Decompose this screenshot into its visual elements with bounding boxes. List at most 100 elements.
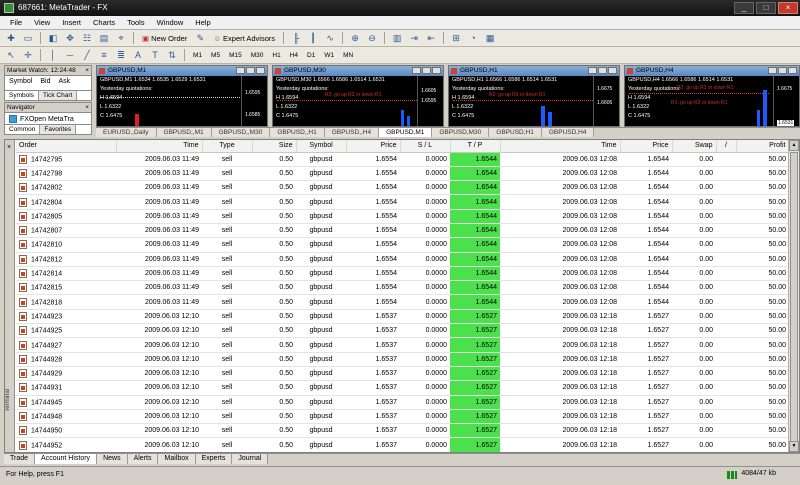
table-row[interactable]: 14742814 2009.06.03 11:49 sell 0.50 gbpusd 1.… xyxy=(16,266,789,282)
table-row[interactable]: 14744931 2009.06.03 12:10 sell 0.50 gbpusd 1.… xyxy=(16,380,789,396)
maximize-icon[interactable] xyxy=(778,67,787,74)
chart-window-h1[interactable]: GBPUSD,H1 GBPUSD,H1 1.6566 1.6586 1.6514… xyxy=(448,65,620,127)
close-icon[interactable]: × xyxy=(85,103,89,113)
trendline-icon[interactable]: ╱ xyxy=(80,49,94,62)
label-icon[interactable]: T xyxy=(148,49,162,62)
column-symbol[interactable]: Symbol xyxy=(5,78,36,85)
menu-insert[interactable]: Insert xyxy=(56,18,87,27)
navigator-icon[interactable]: ☷ xyxy=(80,32,94,45)
column-header[interactable]: / xyxy=(716,140,737,153)
maximize-icon[interactable] xyxy=(598,67,607,74)
table-row[interactable]: 14742818 2009.06.03 11:49 sell 0.50 gbpusd 1.… xyxy=(16,294,789,310)
timeframe-h4[interactable]: H4 xyxy=(287,52,301,59)
maximize-icon[interactable] xyxy=(422,67,431,74)
indicators-icon[interactable]: ⊞ xyxy=(449,32,463,45)
table-row[interactable]: 14742798 2009.06.03 11:49 sell 0.50 gbpusd 1.… xyxy=(16,166,789,182)
chart-shift-icon[interactable]: ⇤ xyxy=(424,32,438,45)
arrows-icon[interactable]: ⇅ xyxy=(165,49,179,62)
text-icon[interactable]: A xyxy=(131,49,145,62)
tab-experts[interactable]: Experts xyxy=(195,454,233,464)
profiles-icon[interactable]: ▭ xyxy=(21,32,35,45)
column-header[interactable]: Price xyxy=(620,140,673,153)
table-row[interactable]: 14742815 2009.06.03 11:49 sell 0.50 gbpusd 1.… xyxy=(16,280,789,296)
tab-favorites[interactable]: Favorites xyxy=(40,125,77,134)
menu-tools[interactable]: Tools xyxy=(121,18,151,27)
column-header[interactable]: Type xyxy=(202,140,253,153)
tile-windows-icon[interactable]: ▥ xyxy=(390,32,404,45)
crosshair-icon[interactable]: ✛ xyxy=(21,49,35,62)
cursor-icon[interactable]: ↖ xyxy=(4,49,18,62)
chart-tab[interactable]: GBPUSD,M1 xyxy=(379,128,433,137)
column-ask[interactable]: Ask xyxy=(54,78,74,85)
tab-mailbox[interactable]: Mailbox xyxy=(158,454,196,464)
tab-common[interactable]: Common xyxy=(5,125,41,134)
table-row[interactable]: 14744948 2009.06.03 12:10 sell 0.50 gbpusd 1.… xyxy=(16,409,789,425)
tab-trade[interactable]: Trade xyxy=(4,454,36,464)
chart-window-m30[interactable]: GBPUSD,M30 GBPUSD,M30 1.6566 1.6586 1.65… xyxy=(272,65,444,127)
tab-journal[interactable]: Journal xyxy=(232,454,269,464)
new-chart-icon[interactable]: ✚ xyxy=(4,32,18,45)
candlestick-icon[interactable]: ┃ xyxy=(306,32,320,45)
timeframe-m30[interactable]: M30 xyxy=(248,52,267,59)
minimize-icon[interactable] xyxy=(768,67,777,74)
table-row[interactable]: 14744923 2009.06.03 12:10 sell 0.50 gbpusd 1.… xyxy=(16,309,789,325)
column-header[interactable]: Swap xyxy=(672,140,717,153)
close-icon[interactable] xyxy=(788,67,797,74)
tab-alerts[interactable]: Alerts xyxy=(127,454,159,464)
table-row[interactable]: 14744927 2009.06.03 12:10 sell 0.50 gbpusd 1.… xyxy=(16,337,789,353)
table-row[interactable]: 14742807 2009.06.03 11:49 sell 0.50 gbpusd 1.… xyxy=(16,223,789,239)
new-order-button[interactable]: ▣ New Order xyxy=(139,32,190,45)
close-icon[interactable]: × xyxy=(85,66,89,76)
fibonacci-icon[interactable]: ≣ xyxy=(114,49,128,62)
table-row[interactable]: 14742802 2009.06.03 11:49 sell 0.50 gbpusd 1.… xyxy=(16,180,789,196)
tester-icon[interactable]: ⌖ xyxy=(114,32,128,45)
scroll-up-icon[interactable]: ▲ xyxy=(789,140,799,151)
table-row[interactable]: 14742812 2009.06.03 11:49 sell 0.50 gbpusd 1.… xyxy=(16,252,789,267)
table-row[interactable]: 14744945 2009.06.03 12:10 sell 0.50 gbpusd 1.… xyxy=(16,395,789,410)
bar-chart-icon[interactable]: ╟ xyxy=(289,32,303,45)
table-row[interactable]: 14744950 2009.06.03 12:10 sell 0.50 gbpusd 1.… xyxy=(16,423,789,439)
column-header[interactable]: Price xyxy=(346,140,401,153)
timeframe-m1[interactable]: M1 xyxy=(190,52,205,59)
chart-tab[interactable]: GBPUSD,,H1 xyxy=(270,128,325,137)
menu-window[interactable]: Window xyxy=(151,18,190,27)
scroll-thumb[interactable] xyxy=(790,152,798,442)
column-header[interactable]: Order xyxy=(16,140,117,153)
tab-tick-chart[interactable]: Tick Chart xyxy=(38,91,78,100)
chart-tab[interactable]: GBPUSD,,H4 xyxy=(324,128,380,137)
minimize-icon[interactable] xyxy=(412,67,421,74)
chart-tab[interactable]: GBPUSD,H4 xyxy=(541,128,595,137)
menu-file[interactable]: File xyxy=(4,18,28,27)
table-row[interactable]: 14742804 2009.06.03 11:49 sell 0.50 gbpusd 1.… xyxy=(16,194,789,210)
table-row[interactable]: 14744925 2009.06.03 12:10 sell 0.50 gbpusd 1.… xyxy=(16,323,789,339)
chart-tab[interactable]: GBPUSD,,M1 xyxy=(156,128,212,137)
timeframe-h1[interactable]: H1 xyxy=(269,52,283,59)
menu-charts[interactable]: Charts xyxy=(87,18,121,27)
table-row[interactable]: 14742795 2009.06.03 11:49 sell 0.50 gbpusd 1.… xyxy=(16,152,789,167)
chart-tab[interactable]: GBPUSD,M30 xyxy=(432,128,490,137)
maximize-icon[interactable] xyxy=(246,67,255,74)
column-bid[interactable]: Bid xyxy=(36,78,54,85)
menu-help[interactable]: Help xyxy=(189,18,216,27)
auto-scroll-icon[interactable]: ⇥ xyxy=(407,32,421,45)
maximize-button[interactable]: □ xyxy=(756,2,776,14)
table-row[interactable]: 14744928 2009.06.03 12:10 sell 0.50 gbpusd 1.… xyxy=(16,352,789,367)
table-row[interactable]: 14742805 2009.06.03 11:49 sell 0.50 gbpusd 1.… xyxy=(16,209,789,224)
timeframe-w1[interactable]: W1 xyxy=(321,52,337,59)
tab-symbols[interactable]: Symbols xyxy=(5,91,39,100)
data-window-icon[interactable]: ✥ xyxy=(63,32,77,45)
column-header[interactable]: Symbol xyxy=(296,140,347,153)
column-header[interactable]: Time xyxy=(500,140,621,153)
chart-tab[interactable]: GBPUSD,,M30 xyxy=(211,128,271,137)
column-header[interactable]: Size xyxy=(252,140,297,153)
close-button[interactable]: × xyxy=(778,2,798,14)
column-header[interactable]: T / P xyxy=(450,140,501,153)
close-icon[interactable]: × xyxy=(7,144,11,151)
table-row[interactable]: 14742810 2009.06.03 11:49 sell 0.50 gbpusd 1.… xyxy=(16,237,789,253)
close-icon[interactable] xyxy=(256,67,265,74)
minimize-icon[interactable] xyxy=(588,67,597,74)
vertical-line-icon[interactable]: │ xyxy=(46,49,60,62)
timeframe-mn[interactable]: MN xyxy=(340,52,356,59)
table-row[interactable]: 14744929 2009.06.03 12:10 sell 0.50 gbpusd 1.… xyxy=(16,366,789,382)
timeframe-d1[interactable]: D1 xyxy=(304,52,318,59)
